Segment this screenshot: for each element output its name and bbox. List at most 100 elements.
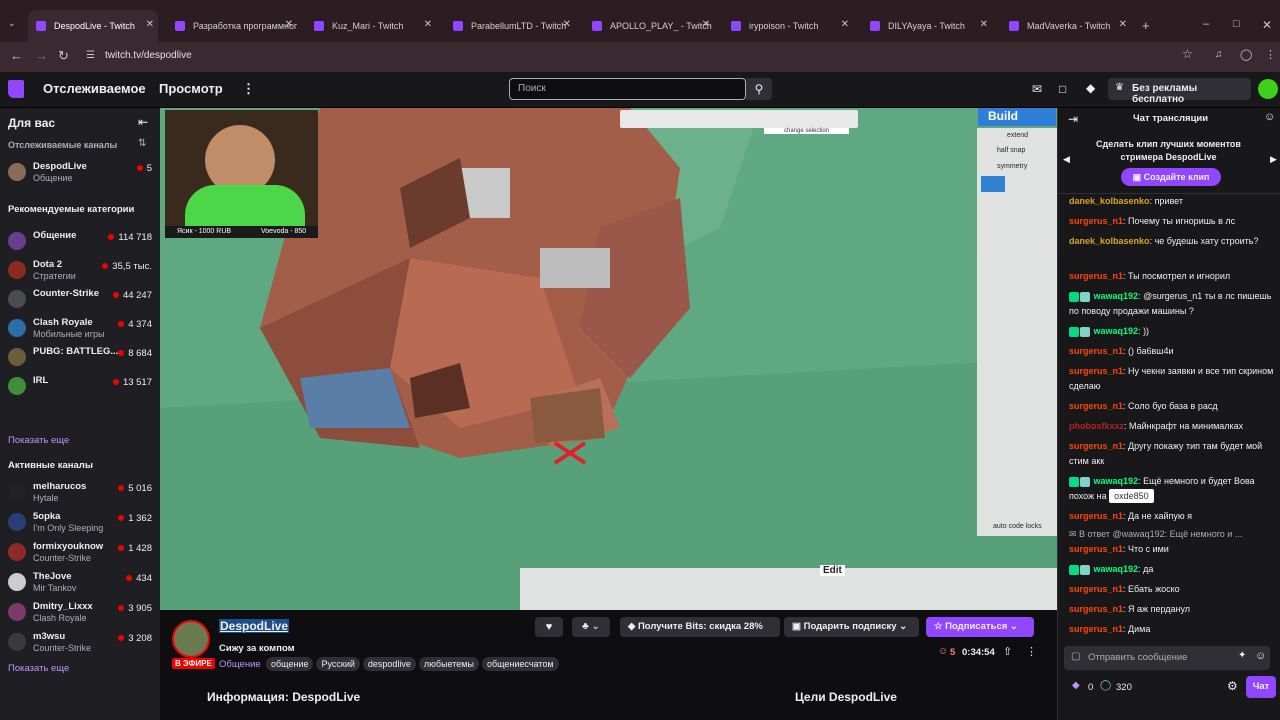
chat-username[interactable]: surgerus_n1 — [1069, 216, 1123, 226]
site-info-icon[interactable]: ☰ — [86, 50, 95, 61]
emote-picker-icon[interactable]: ▢ — [1071, 651, 1080, 662]
channel-points-icon[interactable]: ◯ — [1100, 680, 1111, 691]
prev-arrow-icon[interactable]: ◀ — [1063, 154, 1070, 165]
get-bits-button[interactable]: ◆ Получите Bits: скидка 28% — [620, 617, 780, 637]
inbox-icon[interactable]: ✉ — [1032, 82, 1042, 96]
browser-tab[interactable]: Kuz_Mari - Twitch ✕ — [306, 10, 436, 42]
user-avatar[interactable] — [1258, 79, 1278, 99]
close-tab-icon[interactable]: ✕ — [702, 19, 710, 30]
search-input[interactable]: Поиск — [509, 78, 746, 100]
category-link[interactable]: Общение — [219, 659, 261, 670]
media-control-icon[interactable]: ♫ — [1215, 49, 1223, 60]
chat-username[interactable]: surgerus_n1 — [1069, 441, 1123, 451]
sidebar-channel[interactable]: PUBG: BATTLEG... 8 684 — [0, 346, 160, 374]
more-options-icon[interactable]: ⋮ — [1026, 645, 1037, 658]
sidebar-channel[interactable]: Dmitry_Lixxx Clash Royale 3 905 — [0, 601, 160, 629]
collapse-sidebar-icon[interactable]: ⇤ — [138, 115, 148, 129]
tag-pill[interactable]: общениесчатом — [481, 657, 559, 671]
next-arrow-icon[interactable]: ▶ — [1270, 154, 1277, 165]
sidebar-channel[interactable]: Общение 114 718 — [0, 230, 160, 258]
sidebar-channel[interactable]: DespodLive Общение 5 — [0, 161, 160, 189]
chat-username[interactable]: surgerus_n1 — [1069, 604, 1123, 614]
show-more-link-2[interactable]: Показать еще — [8, 663, 69, 674]
nav-more-icon[interactable]: ⋮ — [242, 81, 255, 97]
close-tab-icon[interactable]: ✕ — [980, 19, 988, 30]
chat-send-button[interactable]: Чат — [1246, 676, 1276, 698]
close-tab-icon[interactable]: ✕ — [841, 19, 849, 30]
show-more-link[interactable]: Показать еще — [8, 435, 69, 446]
browser-tab[interactable]: DILYAyaya - Twitch ✕ — [862, 10, 992, 42]
bookmark-star-icon[interactable]: ☆ — [1182, 47, 1193, 61]
twitch-logo-icon[interactable] — [8, 80, 24, 98]
minimize-icon[interactable]: – — [1203, 18, 1209, 30]
nav-browse[interactable]: Просмотр — [159, 81, 223, 96]
bits-icon-chat[interactable]: ◆ — [1072, 680, 1080, 691]
nav-following[interactable]: Отслеживаемое — [43, 81, 146, 96]
browser-tab[interactable]: DespodLive - Twitch ✕ — [28, 10, 158, 42]
create-clip-button[interactable]: ▣ Создайте клип — [1121, 168, 1221, 186]
new-tab-button[interactable]: + — [1142, 18, 1150, 33]
chat-username[interactable]: wawaq192 — [1094, 326, 1139, 336]
forward-icon[interactable]: → — [35, 48, 48, 63]
chat-username[interactable]: danek_kolbasenko — [1069, 236, 1150, 246]
sidebar-channel[interactable]: melharucos Hytale 5 016 — [0, 481, 160, 509]
browser-tab[interactable]: APOLLO_PLAY_ - Twitch ✕ — [584, 10, 714, 42]
channel-name[interactable]: DespodLive — [219, 619, 290, 633]
chat-username[interactable]: surgerus_n1 — [1069, 511, 1123, 521]
sidebar-channel[interactable]: TheJove Mir Tankov 434 — [0, 571, 160, 599]
gift-sub-button[interactable]: ▣ Подарить подписку ⌄ — [784, 617, 919, 637]
chat-username[interactable]: wawaq192 — [1094, 476, 1139, 486]
whispers-icon[interactable]: □ — [1059, 82, 1066, 96]
browser-tab[interactable]: Разработка программного ✕ — [167, 10, 297, 42]
ad-free-button[interactable]: ♛ Без рекламы бесплатно — [1108, 78, 1251, 105]
close-tab-icon[interactable]: ✕ — [285, 19, 293, 30]
collapse-chat-icon[interactable]: ⇥ — [1068, 112, 1078, 126]
selected-block-icon[interactable] — [981, 176, 1005, 192]
tag-pill[interactable]: общение — [266, 657, 314, 671]
share-icon[interactable]: ⇧ — [1003, 645, 1012, 658]
close-tab-icon[interactable]: ✕ — [424, 19, 432, 30]
tag-pill[interactable]: despodlive — [362, 657, 416, 671]
url-field[interactable]: twitch.tv/despodlive — [105, 50, 192, 61]
chat-input[interactable]: ▢ Отправить сообщение ✦ ☺ — [1064, 646, 1270, 670]
close-tab-icon[interactable]: ✕ — [146, 19, 154, 30]
sidebar-channel[interactable]: m3wsu Counter-Strike 3 208 — [0, 631, 160, 659]
tag-pill[interactable]: любыетемы — [418, 657, 479, 671]
chat-username[interactable]: phobosfkxxz — [1069, 421, 1124, 431]
browser-tab[interactable]: irypoison - Twitch ✕ — [723, 10, 853, 42]
browser-tab[interactable]: ParabellumLTD - Twitch ✕ — [445, 10, 575, 42]
search-icon[interactable]: ⚲ — [746, 78, 772, 100]
subscribe-button[interactable]: ☆ Подписаться ⌄ — [926, 617, 1034, 637]
magic-icon[interactable]: ✦ — [1238, 650, 1246, 661]
close-window-icon[interactable]: ✕ — [1262, 18, 1272, 32]
notification-bell-button[interactable]: ♣ ⌄ — [572, 617, 610, 637]
video-player[interactable]: Ясик - 1000 RUB Voevoda - 850 change sel… — [160, 108, 1057, 610]
chat-username[interactable]: wawaq192 — [1094, 564, 1139, 574]
sidebar-channel[interactable]: formixyouknow Counter-Strike 1 428 — [0, 541, 160, 569]
maximize-icon[interactable]: □ — [1233, 18, 1240, 30]
browser-tab[interactable]: MadVaverka - Twitch ✕ — [1001, 10, 1131, 42]
chat-username[interactable]: surgerus_n1 — [1069, 346, 1123, 356]
browser-menu-icon[interactable]: ⋮ — [1265, 48, 1276, 61]
smiley-icon[interactable]: ☺ — [1255, 650, 1266, 662]
sidebar-channel[interactable]: Counter-Strike 44 247 — [0, 288, 160, 316]
chat-username[interactable]: surgerus_n1 — [1069, 624, 1123, 634]
chat-username[interactable]: surgerus_n1 — [1069, 544, 1123, 554]
back-icon[interactable]: ← — [10, 48, 23, 63]
channel-avatar[interactable] — [172, 620, 210, 658]
chat-username[interactable]: danek_kolbasenko — [1069, 196, 1150, 206]
chat-username[interactable]: wawaq192 — [1094, 291, 1139, 301]
follow-heart-button[interactable]: ♥ — [535, 617, 563, 637]
close-tab-icon[interactable]: ✕ — [1119, 19, 1127, 30]
chat-username[interactable]: surgerus_n1 — [1069, 366, 1123, 376]
reload-icon[interactable]: ↻ — [58, 48, 69, 64]
chat-settings-icon[interactable]: ⚙ — [1227, 679, 1238, 693]
profile-icon[interactable]: ◯ — [1240, 48, 1252, 61]
tab-list-chevron-icon[interactable]: ⌄ — [8, 18, 16, 29]
chat-username[interactable]: surgerus_n1 — [1069, 271, 1123, 281]
close-tab-icon[interactable]: ✕ — [563, 19, 571, 30]
tag-pill[interactable]: Русский — [316, 657, 360, 671]
sidebar-channel[interactable]: 5opka I'm Only Sleeping 1 362 — [0, 511, 160, 539]
sidebar-channel[interactable]: Dota 2 Стратегии 35,5 тыс. — [0, 259, 160, 287]
sidebar-channel[interactable]: Clash Royale Мобильные игры 4 374 — [0, 317, 160, 345]
